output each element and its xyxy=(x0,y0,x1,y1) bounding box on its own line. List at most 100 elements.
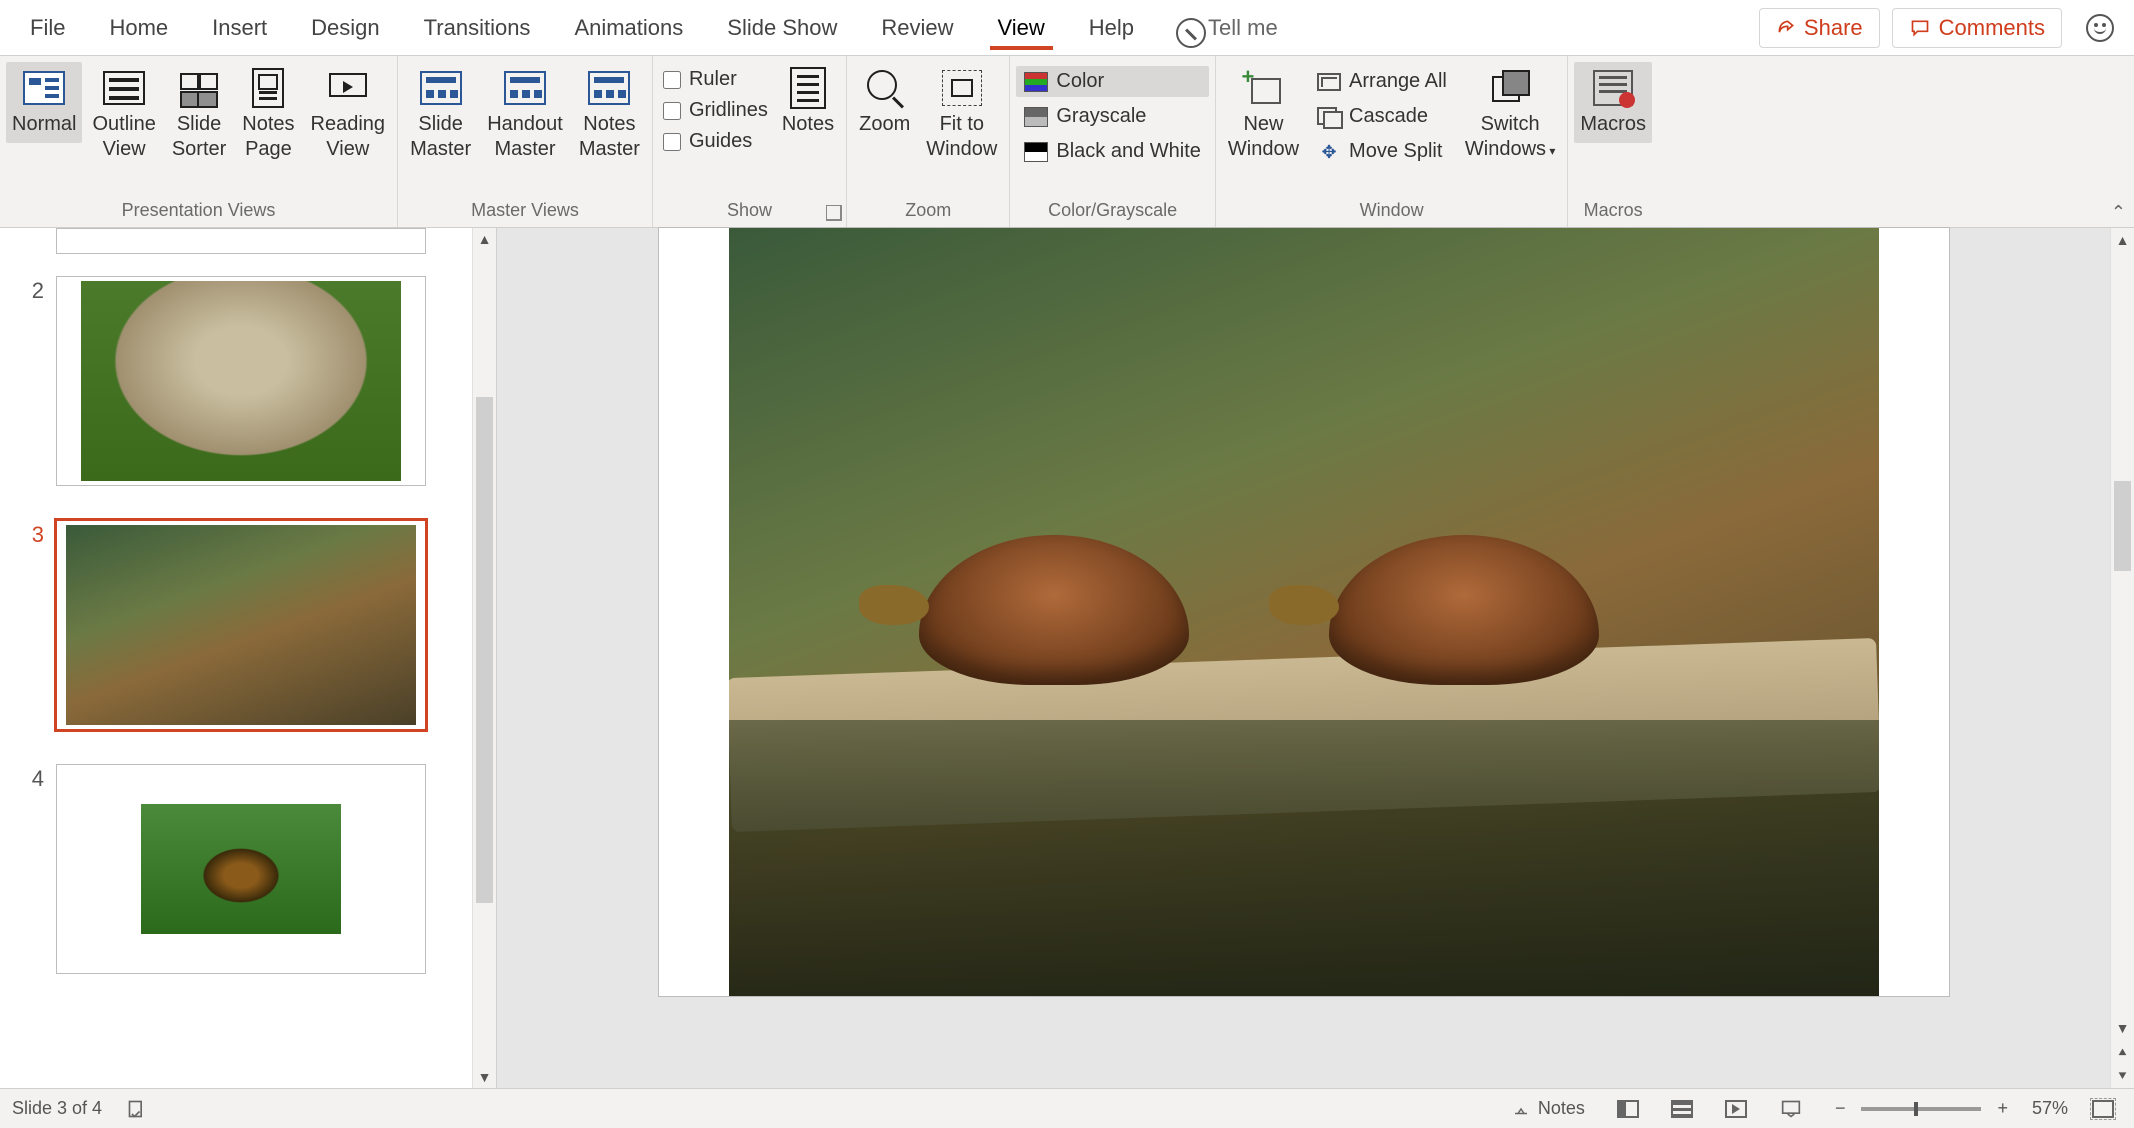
normal-view-status-button[interactable] xyxy=(1609,1096,1647,1122)
arrange-all-button[interactable]: Arrange All xyxy=(1309,66,1455,97)
zoom-track[interactable] xyxy=(1861,1107,1981,1111)
notes-master-button[interactable]: Notes Master xyxy=(573,62,646,168)
scroll-up-button[interactable]: ▲ xyxy=(2111,228,2134,252)
zoom-out-button[interactable]: − xyxy=(1827,1094,1854,1123)
scroll-down-button[interactable]: ▼ xyxy=(2111,1016,2134,1040)
tab-help[interactable]: Help xyxy=(1067,0,1156,56)
group-master-views: Slide Master Handout Master Notes Master… xyxy=(398,56,653,227)
reading-view-status-button[interactable] xyxy=(1717,1096,1755,1122)
comments-button[interactable]: Comments xyxy=(1892,8,2062,48)
fit-to-window-button[interactable]: Fit to Window xyxy=(920,62,1003,168)
slide-thumbnail[interactable] xyxy=(56,228,426,254)
group-label-show: Show xyxy=(659,196,840,227)
show-dialog-launcher[interactable] xyxy=(826,205,842,221)
reading-view-button[interactable]: Reading View xyxy=(305,62,392,168)
gridlines-checkbox[interactable]: Gridlines xyxy=(659,97,772,124)
new-window-icon xyxy=(1243,70,1283,106)
slide-thumbnail[interactable] xyxy=(56,276,426,486)
tab-insert[interactable]: Insert xyxy=(190,0,289,56)
next-slide-button[interactable]: ⯆ xyxy=(2111,1064,2134,1088)
collapse-ribbon-button[interactable]: ⌃ xyxy=(2111,202,2126,223)
handout-master-button[interactable]: Handout Master xyxy=(481,62,569,168)
scroll-up-button[interactable]: ▲ xyxy=(473,228,496,250)
ruler-checkbox[interactable]: Ruler xyxy=(659,66,772,93)
move-split-icon xyxy=(1317,142,1341,162)
tab-animations[interactable]: Animations xyxy=(552,0,705,56)
ribbon: Normal Outline View Slide Sorter Notes P… xyxy=(0,56,2134,228)
zoom-button[interactable]: Zoom xyxy=(853,62,916,143)
thumbnails-scrollbar[interactable]: ▲ ▼ xyxy=(472,228,496,1088)
share-button[interactable]: Share xyxy=(1759,8,1880,48)
group-label-master-views: Master Views xyxy=(404,196,646,227)
thumbnail-number: 3 xyxy=(22,520,44,548)
notes-toggle-button[interactable]: Notes xyxy=(1502,1094,1593,1123)
macros-button[interactable]: Macros xyxy=(1574,62,1652,143)
tell-me-search[interactable]: Tell me xyxy=(1156,15,1296,41)
scrollbar-thumb[interactable] xyxy=(476,397,493,903)
notes-page-label: Notes Page xyxy=(242,112,294,162)
normal-view-button[interactable]: Normal xyxy=(6,62,82,143)
zoom-in-button[interactable]: + xyxy=(1989,1094,2016,1123)
cascade-button[interactable]: Cascade xyxy=(1309,101,1455,132)
spellcheck-status-button[interactable] xyxy=(118,1095,156,1123)
notes-button[interactable]: Notes xyxy=(776,62,840,143)
switch-windows-button[interactable]: Switch Windows ▾ xyxy=(1459,62,1562,168)
bw-label: Black and White xyxy=(1056,140,1201,163)
thumbnail-number: 2 xyxy=(22,276,44,304)
scroll-down-button[interactable]: ▼ xyxy=(473,1066,496,1088)
feedback-smiley-button[interactable] xyxy=(2086,14,2114,42)
tab-file[interactable]: File xyxy=(8,0,87,56)
scrollbar-track[interactable] xyxy=(473,250,496,1066)
slide-master-button[interactable]: Slide Master xyxy=(404,62,477,168)
slide-canvas-area: ▲ ▼ ⯅ ⯆ xyxy=(497,228,2134,1088)
thumbnail-number: 4 xyxy=(22,764,44,792)
zoom-percent[interactable]: 57% xyxy=(2032,1098,2068,1119)
tell-me-label: Tell me xyxy=(1208,15,1278,41)
scrollbar-track[interactable] xyxy=(2111,252,2134,1016)
tab-view[interactable]: View xyxy=(976,0,1067,56)
tab-slideshow[interactable]: Slide Show xyxy=(705,0,859,56)
tab-home[interactable]: Home xyxy=(87,0,190,56)
slide-thumbnail[interactable] xyxy=(56,764,426,974)
slide-thumbnails-panel: 2 3 4 ▲ xyxy=(0,228,497,1088)
color-label: Color xyxy=(1056,70,1104,93)
fit-to-window-status-button[interactable] xyxy=(2084,1096,2122,1122)
canvas-viewport[interactable] xyxy=(497,228,2110,1088)
reading-view-label: Reading View xyxy=(311,112,386,162)
slide-sorter-button[interactable]: Slide Sorter xyxy=(166,62,232,168)
move-split-button[interactable]: Move Split xyxy=(1309,136,1455,167)
color-button[interactable]: Color xyxy=(1016,66,1209,97)
thumbnail-image xyxy=(66,525,416,725)
reading-view-status-icon xyxy=(1725,1100,1747,1118)
arrange-all-icon xyxy=(1317,73,1341,91)
thumbnails-viewport[interactable]: 2 3 4 xyxy=(0,228,472,1088)
normal-view-status-icon xyxy=(1617,1100,1639,1118)
guides-checkbox[interactable]: Guides xyxy=(659,128,772,155)
color-swatch-icon xyxy=(1024,72,1048,92)
zoom-handle[interactable] xyxy=(1914,1102,1918,1116)
slide-thumbnail[interactable] xyxy=(56,520,426,730)
current-slide[interactable] xyxy=(659,228,1949,996)
black-and-white-button[interactable]: Black and White xyxy=(1016,136,1209,167)
new-window-button[interactable]: New Window xyxy=(1222,62,1305,168)
share-label: Share xyxy=(1804,15,1863,41)
slideshow-status-button[interactable] xyxy=(1771,1095,1811,1123)
tab-design[interactable]: Design xyxy=(289,0,401,56)
search-icon xyxy=(1174,16,1198,40)
slideshow-status-icon xyxy=(1779,1099,1803,1119)
tab-transitions[interactable]: Transitions xyxy=(402,0,553,56)
slide-position-indicator[interactable]: Slide 3 of 4 xyxy=(12,1098,102,1119)
tab-review[interactable]: Review xyxy=(859,0,975,56)
zoom-slider[interactable]: − + xyxy=(1827,1094,2016,1123)
grayscale-button[interactable]: Grayscale xyxy=(1016,101,1209,132)
zoom-icon xyxy=(865,68,905,108)
previous-slide-button[interactable]: ⯅ xyxy=(2111,1040,2134,1064)
notes-page-button[interactable]: Notes Page xyxy=(236,62,300,168)
slide-image[interactable] xyxy=(729,228,1879,996)
scrollbar-thumb[interactable] xyxy=(2114,481,2131,571)
notes-master-label: Notes Master xyxy=(579,112,640,162)
sorter-view-status-button[interactable] xyxy=(1663,1096,1701,1122)
slide-master-icon xyxy=(420,71,462,105)
canvas-scrollbar[interactable]: ▲ ▼ ⯅ ⯆ xyxy=(2110,228,2134,1088)
outline-view-button[interactable]: Outline View xyxy=(86,62,161,168)
